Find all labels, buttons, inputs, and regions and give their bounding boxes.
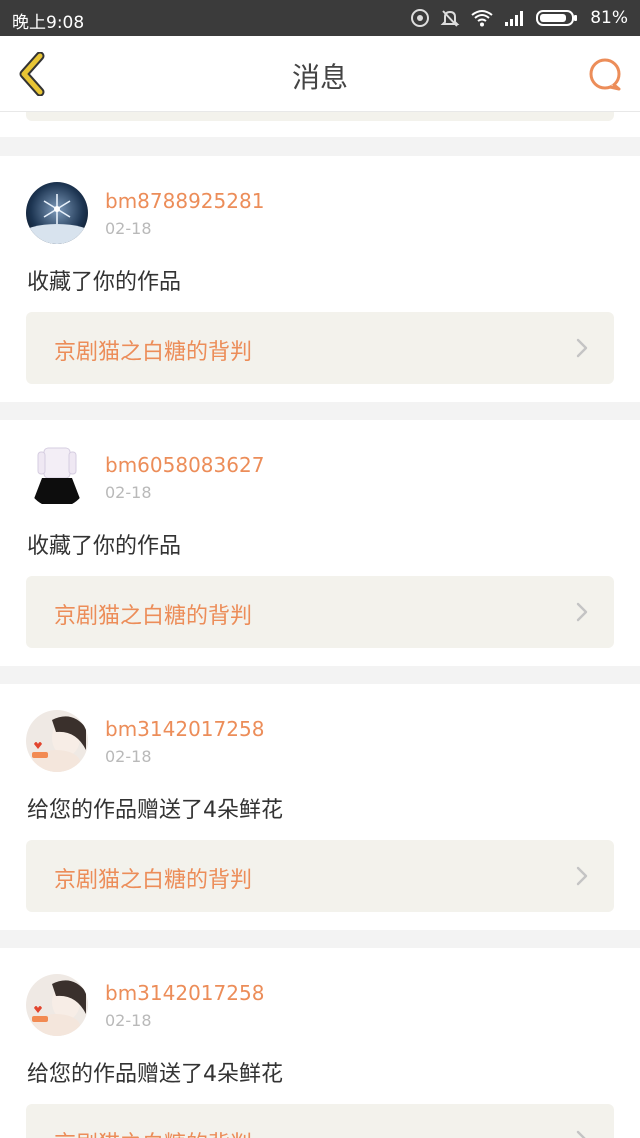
avatar[interactable] bbox=[26, 182, 88, 244]
work-link[interactable]: 京剧猫之白糖的背判 bbox=[26, 1104, 614, 1138]
work-link[interactable]: 京剧猫之白糖的背判 bbox=[26, 312, 614, 384]
message-card: bm8788925281 02-18 收藏了你的作品 京剧猫之白糖的背判 bbox=[0, 156, 640, 402]
chevron-right-icon bbox=[576, 602, 588, 622]
chat-button[interactable] bbox=[586, 56, 624, 94]
avatar[interactable] bbox=[26, 710, 88, 772]
message-action: 收藏了你的作品 bbox=[27, 270, 182, 295]
hotspot-icon bbox=[411, 9, 430, 27]
username-link[interactable]: bm8788925281 bbox=[105, 189, 264, 213]
mute-bell-icon bbox=[440, 10, 460, 27]
wifi-icon bbox=[471, 10, 493, 27]
message-card: bm3142017258 02-18 给您的作品赠送了4朵鲜花 京剧猫之白糖的背… bbox=[0, 948, 640, 1138]
avatar[interactable] bbox=[26, 446, 88, 508]
message-action: 收藏了你的作品 bbox=[27, 534, 182, 559]
snowflake-avatar bbox=[26, 182, 88, 244]
status-time: 晚上9:08 bbox=[12, 13, 85, 33]
work-title: 京剧猫之白糖的背判 bbox=[54, 868, 253, 893]
previous-card-bottom bbox=[0, 112, 640, 137]
status-icons: 81% bbox=[410, 6, 628, 30]
work-title: 京剧猫之白糖的背判 bbox=[54, 340, 253, 365]
message-date: 02-18 bbox=[105, 219, 152, 238]
message-date: 02-18 bbox=[105, 1011, 152, 1030]
username-link[interactable]: bm6058083627 bbox=[105, 453, 264, 477]
message-card: bm6058083627 02-18 收藏了你的作品 京剧猫之白糖的背判 bbox=[0, 420, 640, 666]
nav-bar: 消息 bbox=[0, 36, 640, 112]
message-card: bm3142017258 02-18 给您的作品赠送了4朵鲜花 京剧猫之白糖的背… bbox=[0, 684, 640, 930]
battery-percent: 81% bbox=[590, 8, 628, 28]
signal-icon bbox=[505, 11, 524, 26]
girl-black-skirt-avatar bbox=[26, 446, 88, 508]
username-link[interactable]: bm3142017258 bbox=[105, 981, 264, 1005]
message-action: 给您的作品赠送了4朵鲜花 bbox=[27, 1062, 283, 1087]
work-link[interactable]: 京剧猫之白糖的背判 bbox=[26, 840, 614, 912]
battery-icon bbox=[536, 10, 578, 26]
chat-bubble-icon bbox=[589, 58, 621, 91]
girl-photo-avatar bbox=[26, 710, 88, 772]
message-action: 给您的作品赠送了4朵鲜花 bbox=[27, 798, 283, 823]
status-bar: 晚上9:08 81% bbox=[0, 0, 640, 36]
work-title: 京剧猫之白糖的背判 bbox=[54, 1126, 252, 1138]
chevron-right-icon bbox=[576, 338, 588, 358]
message-date: 02-18 bbox=[105, 483, 152, 502]
username-link[interactable]: bm3142017258 bbox=[105, 717, 264, 741]
girl-photo-avatar bbox=[26, 974, 88, 1036]
work-title: 京剧猫之白糖的背判 bbox=[54, 604, 253, 629]
chevron-right-icon bbox=[576, 1130, 586, 1138]
message-feed[interactable]: bm8788925281 02-18 收藏了你的作品 京剧猫之白糖的背判 bm6… bbox=[0, 112, 640, 1138]
message-date: 02-18 bbox=[105, 747, 152, 766]
page-title: 消息 bbox=[291, 61, 348, 94]
work-link[interactable]: 京剧猫之白糖的背判 bbox=[26, 576, 614, 648]
previous-work-link-edge bbox=[26, 112, 614, 121]
chevron-right-icon bbox=[576, 866, 588, 886]
avatar[interactable] bbox=[26, 974, 88, 1036]
